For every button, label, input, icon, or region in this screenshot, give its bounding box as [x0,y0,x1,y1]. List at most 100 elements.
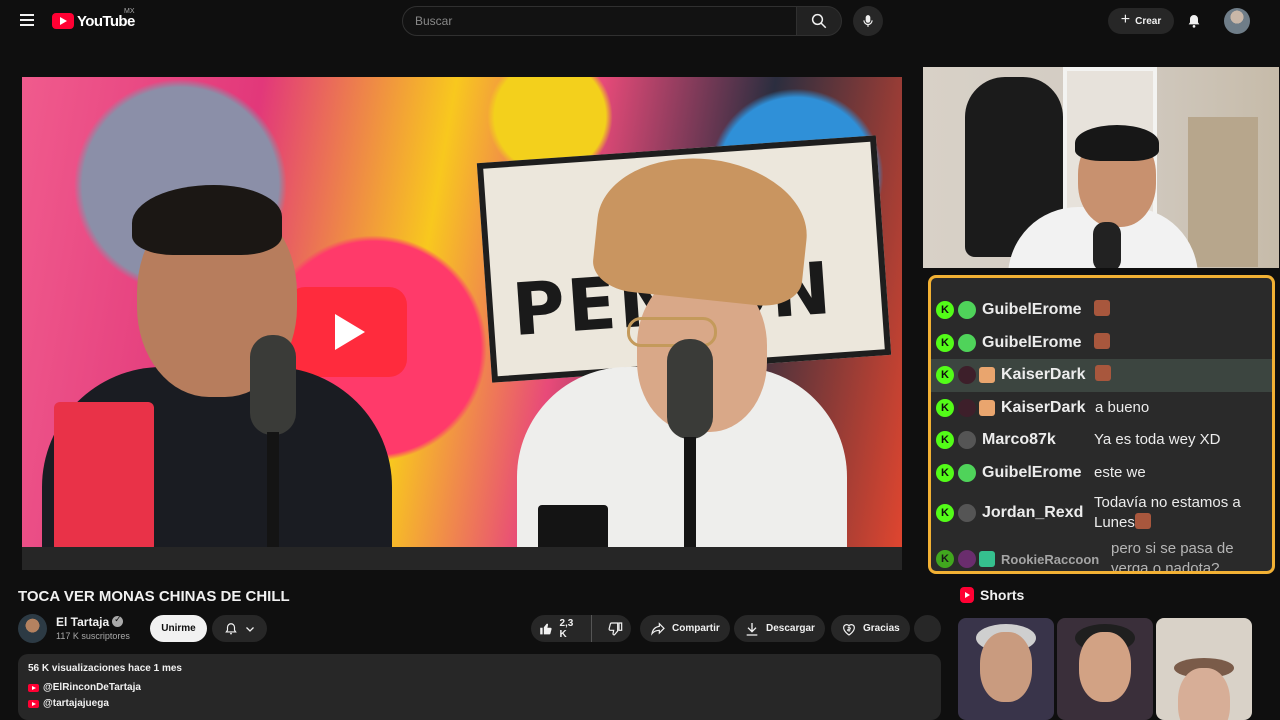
video-frame-microphone-right [667,339,713,439]
user-badge-icon [958,366,976,385]
kick-badge-icon: K [936,301,954,320]
dislike-button[interactable] [598,615,631,642]
more-actions-button[interactable] [914,615,941,642]
share-icon [651,621,665,636]
like-count: 2,3 K [559,617,574,640]
kick-badge-icon: K [936,431,954,450]
voice-search-button[interactable] [853,6,883,36]
chat-username: Jordan_Rexd [982,504,1084,521]
emote-icon [1094,300,1110,317]
chat-message: K RookieRaccoon pero si se pasa de verga… [931,537,1272,574]
user-avatar[interactable] [1224,8,1250,34]
description-link-text: @tartajajuega [43,698,109,709]
emote-icon [1095,365,1111,382]
menu-icon[interactable] [16,11,38,31]
subscriber-badge-icon [979,551,995,567]
chat-text: a bueno [1095,398,1150,416]
subscriber-badge-icon [979,399,995,416]
video-frame-microphone-left [250,335,296,435]
search-input[interactable]: Buscar [402,6,797,36]
emote-icon [1094,332,1110,349]
bell-icon [224,622,237,635]
chat-text: Ya es toda wey XD [1094,431,1221,449]
thanks-label: Gracias [863,623,900,634]
chat-message: K GuibelErome este we [931,457,1272,490]
description-channel-link[interactable]: @tartajajuega [28,698,931,709]
streamer-webcam [923,67,1279,268]
description-channel-link[interactable]: @ElRinconDeTartaja [28,682,931,693]
video-frame-person-left-hair [132,185,282,255]
video-frame-mic-stand-right [684,437,696,562]
shorts-title: Shorts [980,587,1025,603]
kick-badge-icon: K [936,504,954,522]
chat-username: KaiserDark [1001,366,1086,384]
top-bar: YouTube MX Buscar + Crear [0,0,1280,42]
video-title: TOCA VER MONAS CHINAS DE CHILL [18,588,290,605]
webcam-person-hair [1075,125,1159,161]
description-box[interactable]: 56 K visualizaciones hace 1 mes @ElRinco… [18,654,941,720]
subscriber-count: 117 K suscriptores [56,631,130,641]
user-badge-icon [958,333,976,352]
short-thumbnail[interactable] [1156,618,1252,720]
chat-text [1094,300,1272,320]
thanks-button[interactable]: Gracias [831,615,910,642]
join-button[interactable]: Unirme [150,615,207,642]
user-badge-icon [958,504,976,522]
microphone-icon [863,15,873,27]
user-badge-icon [958,301,976,320]
youtube-icon [28,683,39,692]
short-thumbnail-face [1178,668,1230,720]
country-code: MX [124,8,135,15]
thumbs-down-icon [608,621,622,635]
kick-badge-icon: K [936,333,954,352]
short-thumbnail[interactable] [958,618,1054,720]
kick-badge-icon: K [936,463,954,482]
chat-message: K GuibelErome [931,327,1272,360]
view-count-and-date: 56 K visualizaciones hace 1 mes [28,663,182,674]
chat-row-partial [931,278,1272,294]
subscriber-badge-icon [979,367,995,384]
video-frame-play-graphic [287,287,407,377]
chat-message: K KaiserDark a bueno [931,392,1272,425]
short-thumbnail-face [1079,632,1131,702]
chat-overlay: K GuibelErome K GuibelErome K KaiserDark… [928,275,1275,574]
share-button[interactable]: Compartir [640,615,730,642]
youtube-logo[interactable]: YouTube [52,11,135,31]
chat-text-wrap: Todavía no estamos a Lunes [1094,493,1272,533]
shorts-heading: Shorts [960,587,1024,603]
user-badge-icon [958,550,976,568]
emote-icon [1134,513,1151,529]
like-button[interactable]: 2,3 K [531,615,593,642]
description-link-text: @ElRinconDeTartaja [43,682,141,693]
create-button[interactable]: + Crear [1108,8,1174,34]
channel-name-link[interactable]: El Tartaja [56,614,124,629]
chat-username: GuibelErome [982,333,1082,351]
like-dislike-group: 2,3 K [531,615,631,642]
chat-text [1094,332,1272,353]
chevron-down-icon [245,626,254,632]
kick-badge-icon: K [936,550,954,568]
channel-avatar[interactable] [18,614,47,643]
chat-text: pero si se pasa de verga o nadota? [1111,540,1234,574]
chat-message: K Jordan_Rexd Todavía no estamos a Lunes [931,489,1272,537]
chat-username: GuibelErome [982,463,1082,481]
logo-text: YouTube [77,12,135,30]
video-frame-red-cup [54,402,154,552]
heart-dollar-icon [843,623,855,636]
plus-icon: + [1120,11,1131,28]
chat-text [1095,365,1272,385]
chat-username: RookieRaccoon [1001,551,1100,567]
download-label: Descargar [766,623,815,634]
notifications-button[interactable] [1184,9,1204,33]
download-button[interactable]: Descargar [734,615,825,642]
subscription-notifications-button[interactable] [212,615,267,642]
bell-icon [1188,15,1200,28]
search-button[interactable] [796,6,842,36]
video-frame-table [22,547,902,570]
chat-message: K KaiserDark [931,359,1272,392]
chat-username: GuibelErome [982,301,1082,319]
chat-username: Marco87k [982,431,1056,449]
video-player[interactable]: PEN ON [22,77,902,570]
short-thumbnail[interactable] [1057,618,1153,720]
video-frame-mic-stand-left [267,432,279,562]
